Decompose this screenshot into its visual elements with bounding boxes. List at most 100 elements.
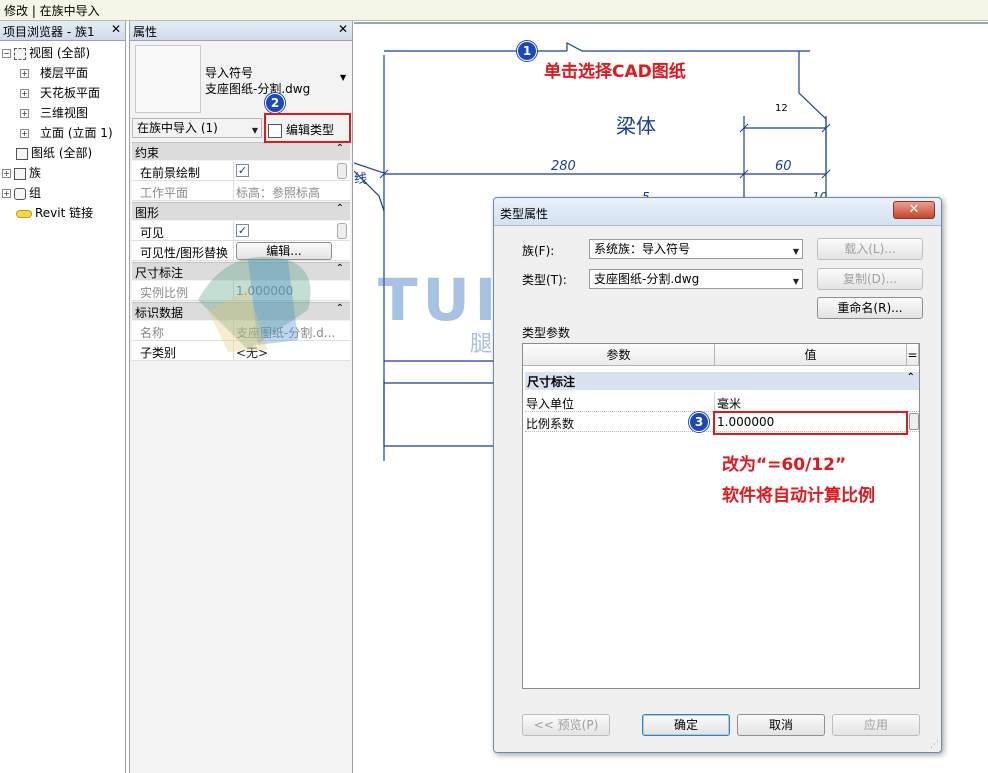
watermark-logo-graphic [188, 240, 328, 360]
prop-key: 子类别 [140, 346, 177, 360]
expand-icon[interactable]: + [20, 129, 29, 138]
window-title: 修改 | 在族中导入 [4, 4, 100, 18]
collapse-icon[interactable]: − [2, 49, 11, 58]
type-family-name: 导入符号 [205, 66, 254, 80]
column-header-parameter[interactable]: 参数 [523, 344, 715, 366]
section-label: 尺寸标注 [527, 375, 576, 389]
tree-item-groups[interactable]: + 组 [2, 183, 41, 203]
collapse-chevron-icon[interactable]: ⌃ [336, 303, 344, 314]
tree-item-label: Revit 链接 [35, 206, 94, 220]
step-2-badge: 2 [265, 93, 285, 113]
tree-item-3d-views[interactable]: + 三维视图 [20, 103, 88, 123]
ok-button[interactable]: 确定 [642, 714, 730, 736]
side-text: 线 [354, 172, 367, 187]
instance-filter-value: 在族中导入 (1) [137, 121, 218, 135]
tree-item-label: 天花板平面 [40, 86, 101, 100]
tree-item-label: 楼层平面 [40, 66, 89, 80]
load-button[interactable]: 载入(L)... [817, 238, 923, 260]
properties-header: 属性 ✕ [130, 21, 352, 41]
dim-60-label: 60 [775, 159, 792, 174]
section-graphics[interactable]: 图形 ⌃ [132, 202, 350, 220]
edit-type-highlight [264, 113, 351, 143]
column-header-value[interactable]: 值 [715, 344, 907, 366]
step-3-badge: 3 [689, 412, 709, 432]
beam-label: 梁体 [616, 114, 656, 138]
collapse-chevron-icon[interactable]: ⌃ [336, 143, 344, 154]
section-label: 尺寸标注 [135, 266, 184, 280]
type-parameters-label: 类型参数 [522, 326, 571, 340]
step-3-instruction-line1: 改为“=60/12” [722, 455, 847, 475]
tree-item-floor-plans[interactable]: + 楼层平面 [20, 63, 88, 83]
resize-grip-icon[interactable]: ⋰ [930, 740, 939, 750]
instance-filter-select[interactable]: 在族中导入 (1) ▼ [132, 118, 262, 138]
tree-item-label: 三维视图 [40, 106, 89, 120]
collapse-chevron-icon[interactable]: ⌃ [336, 203, 344, 214]
close-icon[interactable]: ✕ [893, 201, 935, 219]
sheets-icon [16, 147, 28, 160]
prop-value: 标高：参照标高 [236, 186, 321, 200]
type-select-value: 支座图纸-分割.dwg [594, 272, 700, 286]
cancel-button[interactable]: 取消 [737, 714, 825, 736]
tree-item-revit-links[interactable]: Revit 链接 [16, 203, 93, 223]
close-icon[interactable]: ✕ [338, 22, 348, 36]
expand-icon[interactable]: + [20, 89, 29, 98]
dim-280-label: 280 [551, 159, 576, 174]
collapse-chevron-icon[interactable]: ⌃ [907, 372, 915, 383]
tree-item-ceiling-plans[interactable]: + 天花板平面 [20, 83, 100, 103]
scroll-thumb[interactable] [337, 163, 347, 179]
prop-key: 名称 [140, 326, 165, 340]
tree-item-label: 视图 (全部) [29, 46, 91, 60]
step-3-instruction-line2: 软件将自动计算比例 [722, 486, 875, 506]
tree-item-sheets[interactable]: 图纸 (全部) [16, 143, 92, 163]
rename-button[interactable]: 重命名(R)... [817, 297, 923, 319]
close-icon[interactable]: ✕ [111, 22, 121, 36]
tree-item-label: 组 [29, 186, 42, 200]
draw-foreground-checkbox[interactable]: ✓ [236, 164, 249, 177]
tree-item-views[interactable]: − 视图 (全部) [2, 43, 90, 63]
grid-section-dimensions[interactable]: 尺寸标注 ⌃ [525, 372, 919, 390]
param-row-import-units: 导入单位 毫米 [525, 392, 919, 412]
expand-icon[interactable]: + [20, 69, 29, 78]
collapse-chevron-icon[interactable]: ⌃ [336, 263, 344, 274]
groups-icon [14, 187, 26, 200]
section-label: 标识数据 [135, 306, 184, 320]
expand-icon[interactable]: + [2, 169, 11, 178]
type-select[interactable]: 支座图纸-分割.dwg ▼ [589, 269, 803, 289]
properties-title: 属性 [133, 25, 158, 39]
prop-key: 在前景绘制 [140, 166, 201, 180]
type-preview-thumbnail [135, 45, 201, 113]
preview-button[interactable]: << 预览(P) [522, 714, 610, 736]
chevron-down-icon: ▼ [251, 126, 258, 135]
type-label: 类型(T): [522, 273, 567, 287]
family-label: 族(F): [522, 244, 555, 258]
chevron-down-icon[interactable]: ▼ [340, 73, 346, 82]
family-select-value: 系统族：导入符号 [594, 242, 691, 256]
families-icon [14, 167, 26, 180]
expand-icon[interactable]: + [2, 189, 11, 198]
formula-button[interactable] [909, 413, 919, 430]
scroll-thumb[interactable] [337, 223, 347, 239]
type-name: 支座图纸-分割.dwg [205, 82, 311, 96]
column-header-formula[interactable]: = [907, 344, 919, 366]
dim-12-label: 12 [775, 103, 788, 114]
param-key: 导入单位 [526, 397, 575, 411]
chevron-down-icon: ▼ [792, 277, 799, 286]
type-selector[interactable]: 导入符号 支座图纸-分割.dwg [205, 65, 310, 97]
section-constraints[interactable]: 约束 ⌃ [132, 142, 350, 160]
step-1-badge: 1 [517, 41, 537, 61]
param-key: 比例系数 [526, 417, 575, 431]
prop-row-work-plane: 工作平面 标高：参照标高 [132, 181, 350, 201]
prop-row-visible: 可见 ✓ [132, 221, 350, 241]
param-value[interactable]: 毫米 [717, 395, 741, 412]
family-select[interactable]: 系统族：导入符号 ▼ [589, 239, 803, 259]
prop-key: 可见 [140, 226, 165, 240]
section-label: 图形 [135, 206, 160, 220]
visible-checkbox[interactable]: ✓ [236, 224, 249, 237]
expand-icon[interactable]: + [20, 109, 29, 118]
tree-item-elevations[interactable]: + 立面 (立面 1) [20, 123, 113, 143]
apply-button[interactable]: 应用 [832, 714, 920, 736]
project-browser-panel: 项目浏览器 - 族1 ✕ − 视图 (全部) + 楼层平面 + 天花板平面 + 三维视图… [0, 21, 126, 773]
duplicate-button[interactable]: 复制(D)... [817, 268, 923, 290]
tree-item-families[interactable]: + 族 [2, 163, 41, 183]
window-title-bar: 修改 | 在族中导入 [0, 0, 988, 21]
